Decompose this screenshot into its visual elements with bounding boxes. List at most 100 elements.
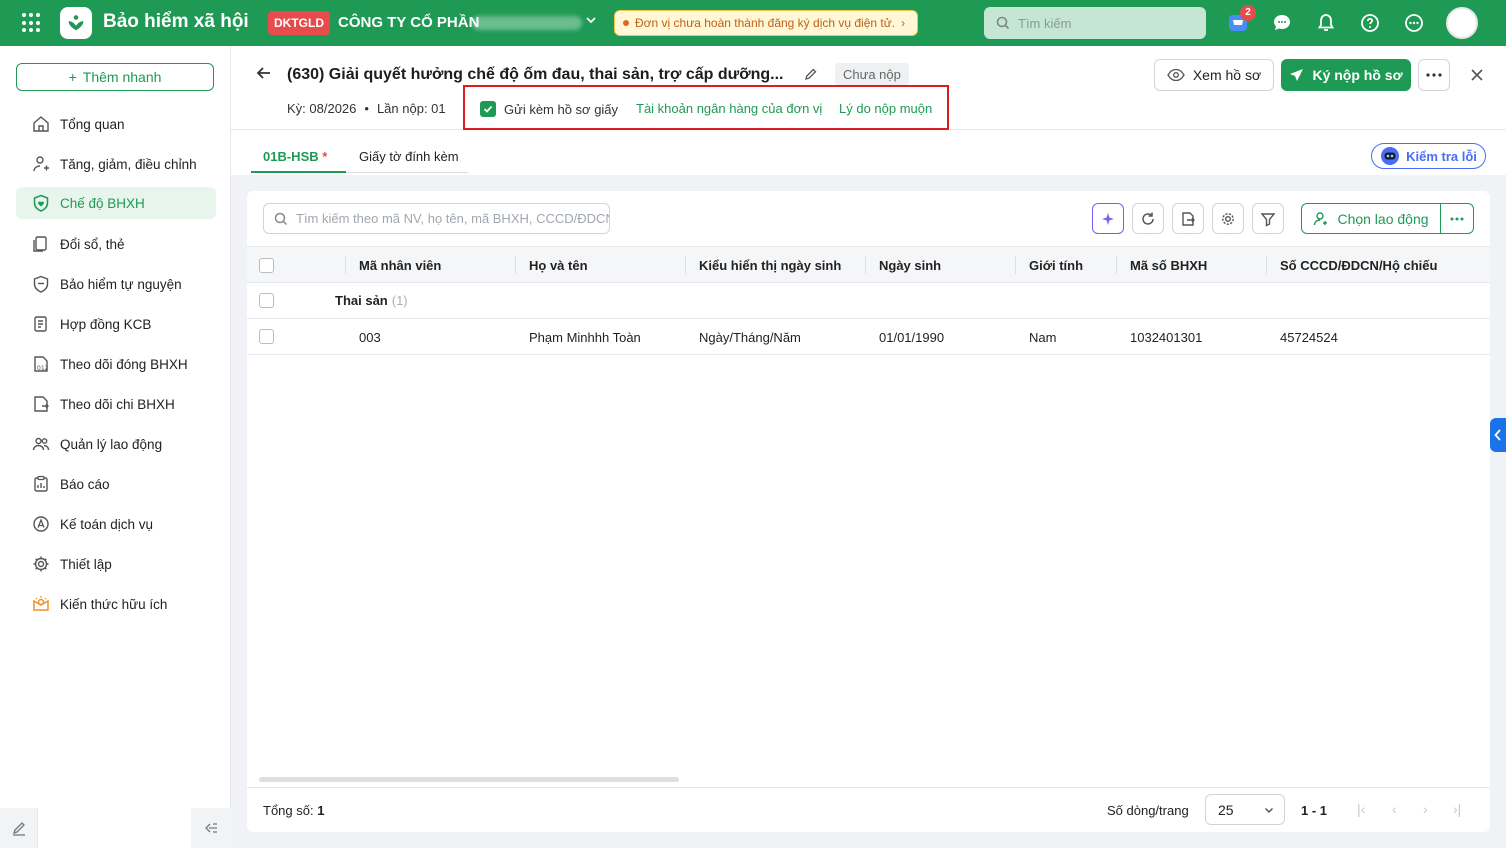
next-page-icon[interactable]: ›	[1423, 801, 1428, 817]
total-count: Tổng số: 1	[263, 803, 324, 818]
sidebar-item-exchange-card[interactable]: Đổi sổ, thẻ	[16, 228, 216, 260]
group-checkbox[interactable]	[259, 293, 274, 308]
refresh-button[interactable]	[1132, 203, 1164, 234]
robot-icon	[1381, 147, 1400, 165]
grid-search-placeholder: Tìm kiếm theo mã NV, họ tên, mã BHXH, CC…	[296, 211, 610, 226]
check-errors-button[interactable]: Kiểm tra lỗi	[1371, 143, 1486, 169]
sidebar-item-label: Bảo hiểm tự nguyện	[60, 276, 182, 292]
bank-account-link[interactable]: Tài khoản ngân hàng của đơn vị	[636, 101, 822, 116]
cell-full-name: Phạm Minhhh Toàn	[529, 330, 641, 345]
avatar[interactable]	[1446, 7, 1478, 39]
column-header-dob[interactable]: Ngày sinh	[879, 258, 941, 273]
choose-employee-more-button[interactable]	[1441, 217, 1473, 221]
sidebar-item-label: Kiến thức hữu ích	[60, 596, 168, 612]
column-separator	[1015, 256, 1016, 274]
group-label: Thai sản (1)	[335, 293, 408, 308]
home-icon	[33, 116, 49, 132]
column-header-full-name[interactable]: Họ và tên	[529, 258, 588, 273]
horizontal-scrollbar[interactable]	[259, 777, 679, 782]
sidebar-item-label: Theo dõi chi BHXH	[60, 396, 175, 412]
tab-attachments[interactable]: Giấy tờ đính kèm	[359, 149, 459, 164]
quick-add-button[interactable]: + Thêm nhanh	[16, 63, 214, 91]
export-icon	[1182, 211, 1195, 226]
user-plus-icon	[1314, 211, 1328, 225]
chat-icon[interactable]	[1270, 11, 1294, 35]
filter-button[interactable]	[1252, 203, 1284, 234]
last-page-icon[interactable]: ›|	[1453, 801, 1461, 817]
chevron-down-icon[interactable]	[585, 13, 597, 29]
user-adjust-icon	[33, 156, 49, 172]
choose-employee-button[interactable]: Chọn lao động	[1302, 204, 1441, 233]
sidebar-item-label: Chế độ BHXH	[60, 195, 145, 211]
tab-01b-hsb[interactable]: 01B-HSB *	[263, 149, 327, 164]
expand-panel-tab[interactable]	[1490, 418, 1506, 452]
app-logo[interactable]	[60, 7, 92, 39]
close-icon[interactable]	[1465, 63, 1489, 87]
first-page-icon[interactable]: |‹	[1357, 801, 1365, 817]
sidebar-item-label: Đổi sổ, thẻ	[60, 236, 125, 252]
more-apps-icon[interactable]	[1402, 11, 1426, 35]
more-actions-button[interactable]	[1418, 59, 1450, 91]
warning-dot-icon	[623, 20, 629, 26]
plus-icon: +	[68, 69, 77, 85]
grid-footer: Tổng số: 1 Số dòng/trang 25 1 - 1 |‹ ‹ ›…	[247, 787, 1490, 832]
total-value: 1	[317, 803, 325, 818]
column-header-bhxh-code[interactable]: Mã số BHXH	[1130, 258, 1207, 273]
column-header-id-number[interactable]: Số CCCD/ĐDCN/Hộ chiếu	[1280, 258, 1437, 273]
search-icon	[274, 212, 288, 225]
sidebar-item-service-accounting[interactable]: Kế toán dịch vụ	[16, 508, 216, 540]
company-name[interactable]: CÔNG TY CỔ PHẦN	[338, 14, 479, 31]
sidebar-item-label: Thiết lập	[60, 556, 112, 572]
back-arrow-icon[interactable]	[255, 64, 273, 87]
apps-grid-icon[interactable]	[22, 13, 42, 33]
sidebar-item-label: Báo cáo	[60, 476, 110, 492]
sidebar-item-knowledge[interactable]: Kiến thức hữu ích	[16, 588, 216, 620]
row-checkbox[interactable]	[259, 329, 274, 344]
column-header-employee-code[interactable]: Mã nhân viên	[359, 258, 441, 273]
chevron-left-icon	[1494, 429, 1501, 441]
sidebar-item-labor-management[interactable]: Quản lý lao động	[16, 428, 216, 460]
sidebar-item-bhxh-regime[interactable]: Chế độ BHXH	[16, 187, 216, 219]
sidebar-item-kcb-contract[interactable]: Hợp đồng KCB	[16, 308, 216, 340]
column-header-gender[interactable]: Giới tính	[1029, 258, 1083, 273]
search-icon	[996, 16, 1010, 30]
late-reason-link[interactable]: Lý do nộp muộn	[839, 101, 932, 116]
company-name-blurred	[472, 16, 582, 30]
checkbox-checked-icon[interactable]	[480, 101, 496, 117]
group-row[interactable]: Thai sản (1)	[247, 283, 1490, 319]
column-settings-button[interactable]	[1212, 203, 1244, 234]
sidebar-item-track-payout[interactable]: Theo dõi chi BHXH	[16, 388, 216, 420]
bell-icon[interactable]	[1314, 11, 1338, 35]
prev-page-icon[interactable]: ‹	[1392, 801, 1397, 817]
service-warning-banner[interactable]: Đơn vị chưa hoàn thành đăng ký dịch vụ đ…	[614, 10, 919, 36]
sidebar-item-voluntary-insurance[interactable]: Bảo hiểm tự nguyện	[16, 268, 216, 300]
cards-icon	[33, 236, 47, 252]
global-search-input[interactable]: Tìm kiếm	[984, 7, 1206, 39]
sidebar-item-adjust[interactable]: Tăng, giảm, điều chỉnh	[16, 148, 216, 180]
sign-submit-button[interactable]: Ký nộp hồ sơ	[1281, 59, 1411, 91]
export-button[interactable]	[1172, 203, 1204, 234]
sidebar-item-overview[interactable]: Tổng quan	[16, 108, 216, 140]
sidebar-item-track-payment[interactable]: 012 Theo dõi đóng BHXH	[16, 348, 216, 380]
column-separator	[685, 256, 686, 274]
filter-icon	[1260, 212, 1276, 227]
page-title: (630) Giải quyết hưởng chế độ ốm đau, th…	[287, 66, 784, 83]
help-icon[interactable]	[1358, 11, 1382, 35]
status-badge: Chưa nộp	[835, 63, 909, 87]
send-paper-checkbox[interactable]: Gửi kèm hồ sơ giấy	[480, 101, 618, 117]
ai-assist-button[interactable]	[1092, 203, 1124, 234]
column-header-dob-format[interactable]: Kiểu hiển thị ngày sinh	[699, 258, 841, 273]
view-document-button[interactable]: Xem hồ sơ	[1154, 59, 1274, 91]
report-icon	[34, 475, 48, 492]
rows-per-page-select[interactable]: 25	[1205, 794, 1285, 825]
collapse-sidebar-icon[interactable]	[191, 808, 231, 848]
people-icon	[32, 437, 50, 451]
sidebar-item-settings[interactable]: Thiết lập	[16, 548, 216, 580]
edit-title-icon[interactable]	[804, 67, 818, 84]
period-info: Kỳ: 08/2026 • Lần nộp: 01	[287, 101, 446, 116]
table-row[interactable]: 003 Phạm Minhhh Toàn Ngày/Tháng/Năm 01/0…	[247, 319, 1490, 355]
grid-search-input[interactable]: Tìm kiếm theo mã NV, họ tên, mã BHXH, CC…	[263, 203, 610, 234]
select-all-checkbox[interactable]	[259, 258, 274, 273]
sidebar-item-report[interactable]: Báo cáo	[16, 468, 216, 500]
edit-note-icon[interactable]	[0, 808, 38, 848]
